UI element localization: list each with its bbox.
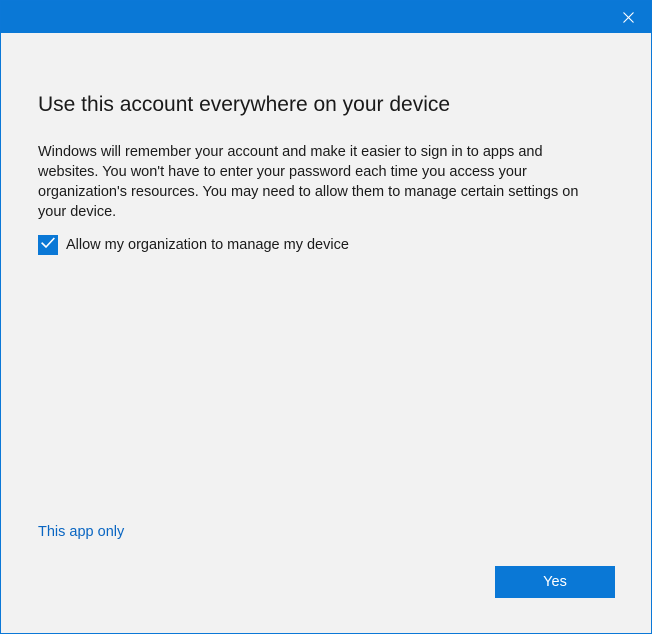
manage-device-checkbox-label: Allow my organization to manage my devic…	[66, 237, 349, 253]
yes-button[interactable]: Yes	[495, 566, 615, 598]
dialog-content: Use this account everywhere on your devi…	[1, 33, 651, 633]
manage-device-checkbox[interactable]	[38, 235, 58, 255]
close-button[interactable]	[605, 1, 651, 33]
dialog-description: Windows will remember your account and m…	[38, 144, 579, 220]
title-bar	[1, 1, 651, 33]
checkmark-icon	[41, 236, 55, 254]
dialog-window: Use this account everywhere on your devi…	[0, 0, 652, 634]
close-icon	[622, 11, 634, 23]
this-app-only-link[interactable]: This app only	[38, 522, 124, 542]
dialog-heading: Use this account everywhere on your devi…	[38, 93, 451, 116]
manage-device-checkbox-row[interactable]: Allow my organization to manage my devic…	[38, 234, 349, 256]
